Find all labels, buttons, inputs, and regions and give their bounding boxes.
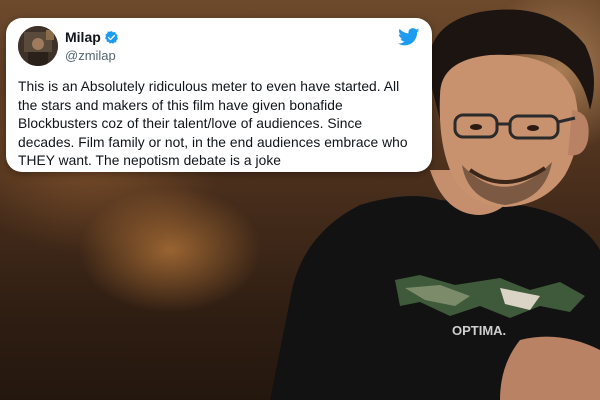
svg-text:OPTIMA.: OPTIMA. (452, 323, 506, 338)
tweet-text: This is an Absolutely ridiculous meter t… (18, 79, 408, 169)
verified-badge-icon (104, 30, 119, 45)
display-name[interactable]: Milap (65, 29, 101, 45)
user-name-block: Milap @zmilap (65, 29, 119, 63)
twitter-bird-icon[interactable] (398, 28, 420, 46)
avatar[interactable] (18, 26, 58, 66)
tweet-card[interactable]: Milap @zmilap This is an Absolutely ridi… (6, 18, 432, 172)
tweet-header: Milap @zmilap (18, 26, 420, 72)
user-handle[interactable]: @zmilap (65, 48, 119, 63)
